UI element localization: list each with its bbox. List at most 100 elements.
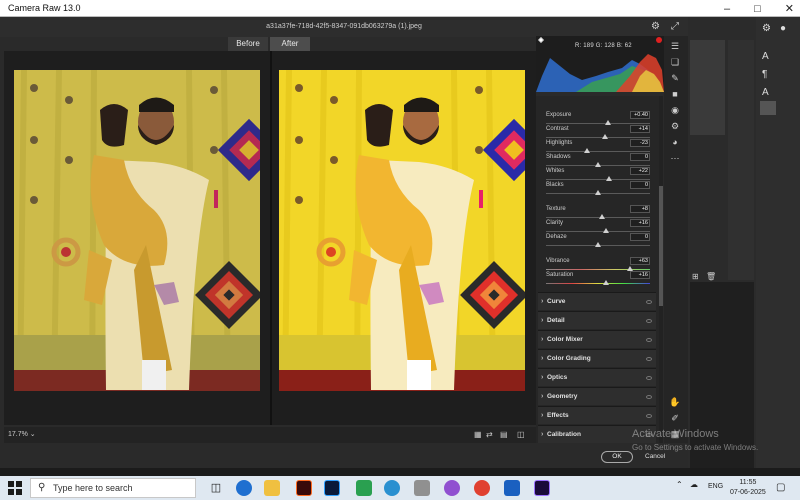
section-label: Geometry xyxy=(547,393,578,400)
crop-icon[interactable]: ❏ xyxy=(669,56,681,68)
healing-icon[interactable]: ✎ xyxy=(669,72,681,84)
slider-track[interactable] xyxy=(546,151,650,152)
minimize-button[interactable]: – xyxy=(724,3,730,15)
text-tool-icon[interactable]: A xyxy=(762,51,769,62)
fullscreen-icon[interactable]: ⤢ xyxy=(671,17,679,37)
layers-icon[interactable] xyxy=(760,101,776,115)
visibility-eye-icon[interactable] xyxy=(646,395,652,399)
visibility-eye-icon[interactable] xyxy=(646,414,652,418)
slider-track[interactable] xyxy=(546,283,650,284)
toggle-preview-icon[interactable]: ◫ xyxy=(517,430,525,439)
slider-value-input[interactable]: +8 xyxy=(630,205,650,213)
slider-value-input[interactable]: +16 xyxy=(630,219,650,227)
highlight-clipping-icon[interactable] xyxy=(656,37,662,43)
app-green-icon[interactable] xyxy=(356,480,372,496)
network-icon[interactable]: ☁ xyxy=(690,480,698,489)
visibility-eye-icon[interactable] xyxy=(646,338,652,342)
slider-value-input[interactable]: 0 xyxy=(630,181,650,189)
slider-knob[interactable] xyxy=(599,214,606,219)
printer-icon[interactable] xyxy=(414,480,430,496)
premiere-icon[interactable] xyxy=(534,480,550,496)
more-icon[interactable]: ⋯ xyxy=(669,152,681,164)
file-explorer-icon[interactable] xyxy=(264,480,280,496)
slider-track[interactable] xyxy=(546,231,650,232)
swap-icon[interactable]: ⇄ xyxy=(486,430,493,439)
slider-track[interactable] xyxy=(546,179,650,180)
slider-knob[interactable] xyxy=(595,242,601,247)
presets-icon[interactable]: ⚙ xyxy=(669,120,681,132)
cancel-button[interactable]: Cancel xyxy=(645,453,665,460)
tab-after[interactable]: After xyxy=(270,37,310,51)
tray-chevron-icon[interactable]: ⌃ xyxy=(676,480,683,489)
close-button[interactable]: ✕ xyxy=(785,2,794,15)
tab-before[interactable]: Before xyxy=(228,37,268,51)
clock-time: 11:55 xyxy=(739,479,757,486)
slider-knob[interactable] xyxy=(603,228,610,233)
slider-value-input[interactable]: +16 xyxy=(630,271,650,279)
hand-icon[interactable]: ✋ xyxy=(669,396,681,408)
panel-scroll-thumb[interactable] xyxy=(659,186,663,306)
mask-icon[interactable]: ■ xyxy=(669,88,681,100)
slider-value-input[interactable]: 0 xyxy=(630,153,650,161)
app-blue-square-icon[interactable] xyxy=(504,480,520,496)
visibility-eye-icon[interactable] xyxy=(646,376,652,380)
taskbar-clock[interactable]: 11:55 07-06-2025 xyxy=(730,478,766,498)
chrome-icon[interactable] xyxy=(474,480,490,496)
snapshot-icon[interactable]: ◕ xyxy=(669,136,681,148)
slider-knob[interactable] xyxy=(602,134,609,139)
slider-track[interactable] xyxy=(546,269,650,270)
section-color-grading[interactable]: › Color Grading xyxy=(538,349,656,367)
section-curve[interactable]: › Curve xyxy=(538,292,656,310)
ok-button[interactable]: OK xyxy=(601,451,633,463)
section-geometry[interactable]: › Geometry xyxy=(538,387,656,405)
trash-icon[interactable]: 🗑 xyxy=(706,272,716,281)
settings-icon[interactable]: ⚙ xyxy=(651,17,660,37)
section-effects[interactable]: › Effects xyxy=(538,406,656,424)
slider-knob[interactable] xyxy=(595,190,601,195)
visibility-eye-icon[interactable] xyxy=(646,300,652,304)
slider-knob[interactable] xyxy=(605,120,612,125)
slider-value-input[interactable]: -23 xyxy=(630,139,650,147)
slider-knob[interactable] xyxy=(606,176,613,181)
illustrator-icon[interactable] xyxy=(296,480,312,496)
taskbar-search-input[interactable]: ⚲ Type here to search xyxy=(30,478,196,498)
slider-track[interactable] xyxy=(546,217,650,218)
slider-value-input[interactable]: +0.40 xyxy=(630,111,650,119)
notifications-icon[interactable]: ▢ xyxy=(776,482,785,493)
visibility-eye-icon[interactable] xyxy=(646,357,652,361)
windows-start-icon[interactable] xyxy=(8,481,22,495)
slider-label: Contrast xyxy=(546,126,569,132)
maximize-button[interactable]: □ xyxy=(754,3,761,15)
slider-knob[interactable] xyxy=(583,148,590,153)
gear-icon[interactable]: ⚙ xyxy=(762,23,771,34)
photoshop-icon[interactable] xyxy=(324,480,340,496)
color-sampler-icon[interactable]: ✐ xyxy=(669,412,681,424)
app-blue-icon[interactable] xyxy=(384,480,400,496)
slider-track[interactable] xyxy=(546,123,650,124)
copy-settings-icon[interactable]: ▤ xyxy=(500,430,508,439)
section-optics[interactable]: › Optics xyxy=(538,368,656,386)
zoom-select[interactable]: 17.7% ⌄ xyxy=(8,430,36,438)
view-mode-icon[interactable]: ▦ xyxy=(474,430,482,439)
section-detail[interactable]: › Detail xyxy=(538,311,656,329)
paragraph-icon[interactable]: ¶ xyxy=(762,69,767,80)
slider-knob[interactable] xyxy=(603,280,610,285)
libraries-icon[interactable]: ● xyxy=(780,23,786,34)
slider-knob[interactable] xyxy=(595,162,601,167)
slider-value-input[interactable]: +22 xyxy=(630,167,650,175)
chevron-right-icon: › xyxy=(541,374,544,381)
glyph-icon[interactable]: A xyxy=(762,87,769,98)
slider-track[interactable] xyxy=(546,137,650,138)
section-color-mixer[interactable]: › Color Mixer xyxy=(538,330,656,348)
slider-value-input[interactable]: +63 xyxy=(630,257,650,265)
visibility-eye-icon[interactable] xyxy=(646,319,652,323)
slider-value-input[interactable]: 0 xyxy=(630,233,650,241)
add-layer-icon[interactable]: ⊞ xyxy=(692,272,699,281)
edit-icon[interactable]: ☰ xyxy=(669,40,681,52)
red-eye-icon[interactable]: ◉ xyxy=(669,104,681,116)
language-indicator[interactable]: ENG xyxy=(708,483,723,490)
edge-icon[interactable] xyxy=(236,480,252,496)
task-view-icon[interactable]: ◫ xyxy=(208,480,224,496)
app-purple-icon[interactable] xyxy=(444,480,460,496)
slider-value-input[interactable]: +14 xyxy=(630,125,650,133)
